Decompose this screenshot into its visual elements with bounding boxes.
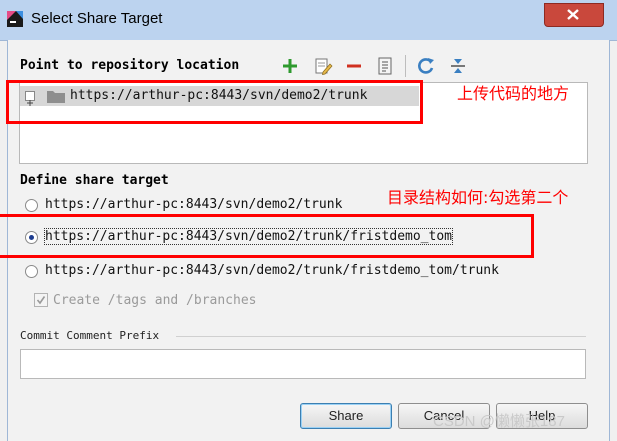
check-icon xyxy=(36,296,46,305)
window-title: Select Share Target xyxy=(31,10,163,27)
share-button[interactable]: Share xyxy=(300,403,392,429)
remove-icon[interactable] xyxy=(344,56,364,76)
commit-prefix-input[interactable] xyxy=(20,349,586,379)
close-button[interactable] xyxy=(544,3,604,27)
details-icon[interactable] xyxy=(375,56,395,76)
close-icon xyxy=(567,9,579,20)
repository-section-label: Point to repository location xyxy=(20,58,240,73)
upload-location-annotation: 上传代码的地方 xyxy=(457,84,570,103)
radio-button[interactable] xyxy=(25,199,38,212)
share-target-section-label: Define share target xyxy=(20,173,169,188)
repository-highlight-box xyxy=(6,80,423,124)
toolbar-separator xyxy=(405,55,406,77)
add-icon[interactable] xyxy=(280,56,300,76)
commit-prefix-label: Commit Comment Prefix xyxy=(20,329,160,342)
create-tags-checkbox[interactable] xyxy=(34,293,48,307)
intellij-app-icon xyxy=(7,11,23,27)
share-target-option-1[interactable]: https://arthur-pc:8443/svn/demo2/trunk xyxy=(25,196,365,216)
refresh-icon[interactable] xyxy=(416,56,436,76)
commit-prefix-divider xyxy=(176,336,586,337)
share-target-highlight-box xyxy=(0,214,534,258)
share-target-option-3[interactable]: https://arthur-pc:8443/svn/demo2/trunk/f… xyxy=(25,262,515,282)
create-tags-label: Create /tags and /branches xyxy=(53,293,257,308)
radio-button[interactable] xyxy=(25,265,38,278)
structure-annotation: 目录结构如何:勾选第二个 xyxy=(387,188,569,207)
select-share-target-dialog: Select Share Target Point to repository … xyxy=(0,0,617,441)
collapse-icon[interactable] xyxy=(448,56,468,76)
share-target-option-label: https://arthur-pc:8443/svn/demo2/trunk/f… xyxy=(45,263,499,278)
share-target-option-label: https://arthur-pc:8443/svn/demo2/trunk xyxy=(45,197,343,212)
watermark: CSDN @懒懒张187 xyxy=(433,413,565,430)
edit-icon[interactable] xyxy=(313,56,333,76)
